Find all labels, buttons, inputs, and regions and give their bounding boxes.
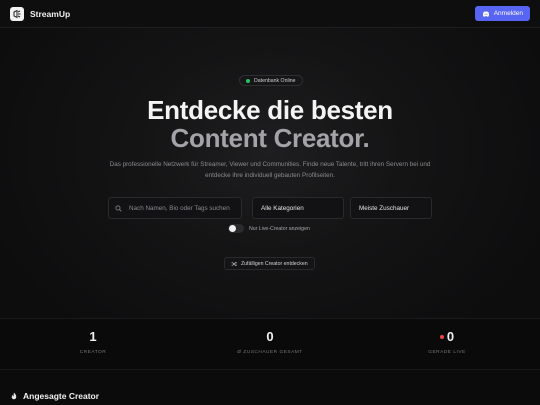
fire-icon: [11, 392, 17, 400]
status-text: Datenbank Online: [254, 77, 296, 84]
category-selected-value: Alle Kategorien: [261, 204, 304, 212]
featured-section-heading: Angesagte Creator: [10, 391, 99, 401]
database-status-badge: Datenbank Online: [239, 75, 303, 86]
login-button[interactable]: Anmelden: [474, 6, 530, 21]
search-icon: [115, 204, 122, 212]
live-indicator-dot: [439, 334, 444, 339]
stat-live-value: 0: [446, 329, 455, 344]
featured-title: Angesagte Creator: [23, 391, 100, 401]
live-only-toggle[interactable]: [228, 224, 244, 233]
stat-creator: 1 CREATOR: [3, 329, 183, 355]
toggle-knob: [229, 225, 236, 232]
login-label: Anmelden: [493, 10, 523, 17]
streamup-logo-icon[interactable]: [10, 6, 24, 21]
navbar: StreamUp Anmelden: [0, 0, 540, 28]
stat-creator-label: CREATOR: [79, 350, 107, 355]
stat-live-label: GERADE LIVE: [428, 350, 466, 355]
headline-line-2: Content Creator.: [170, 123, 370, 153]
hero-headline: Entdecke die besten Content Creator.: [0, 96, 540, 152]
shuffle-icon: [231, 261, 237, 266]
stats-band: 1 CREATOR 0 Ø ZUSCHAUER GESAMT 0 GERADE …: [0, 318, 540, 370]
stat-creator-value: 1: [89, 329, 97, 344]
headline-line-1: Entdecke die besten: [147, 95, 393, 125]
live-only-toggle-row: Nur Live-Creator anzeigen: [228, 224, 310, 233]
stat-viewers-label: Ø ZUSCHAUER GESAMT: [237, 350, 303, 355]
search-placeholder: Nach Namen, Bio oder Tags suchen: [129, 204, 230, 212]
category-select[interactable]: Alle Kategorien: [252, 197, 344, 219]
online-status-dot: [246, 78, 250, 83]
random-creator-button[interactable]: Zufälligen Creator entdecken: [224, 257, 315, 270]
brand-name[interactable]: StreamUp: [30, 9, 70, 19]
discord-icon: [482, 11, 489, 17]
stat-viewers-value: 0: [266, 329, 274, 344]
stat-viewers: 0 Ø ZUSCHAUER GESAMT: [180, 329, 360, 355]
random-creator-label: Zufälligen Creator entdecken: [241, 260, 308, 267]
sort-select[interactable]: Meiste Zuschauer: [350, 197, 432, 219]
sort-selected-value: Meiste Zuschauer: [359, 204, 410, 212]
live-only-label: Nur Live-Creator anzeigen: [249, 225, 310, 232]
hero-subtitle: Das professionelle Netzwerk für Streamer…: [109, 161, 431, 179]
stat-live: 0 GERADE LIVE: [357, 329, 537, 355]
search-input[interactable]: Nach Namen, Bio oder Tags suchen: [108, 197, 242, 219]
